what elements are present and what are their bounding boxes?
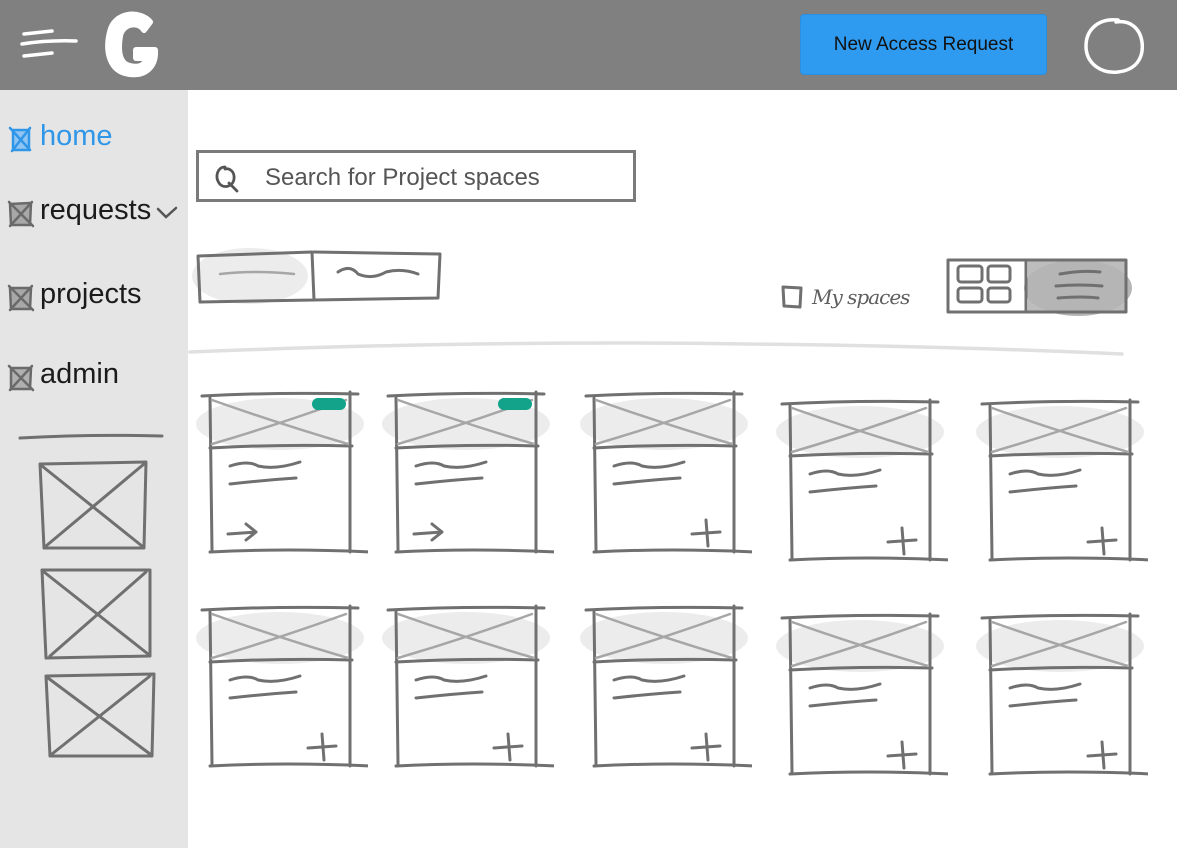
g-logo-icon[interactable] [100,8,166,80]
content-divider [188,341,1124,356]
toggle-option-2[interactable] [314,244,440,310]
search-box[interactable] [196,150,636,202]
sidebar-item-projects[interactable]: projects [0,274,188,314]
sidebar-item-label: admin [40,358,119,390]
sidebar-item-label: projects [40,278,142,310]
plus-icon[interactable] [690,732,722,762]
project-card[interactable] [580,384,752,564]
plus-icon[interactable] [886,526,918,556]
plus-icon[interactable] [886,740,918,770]
plus-icon[interactable] [492,732,524,762]
admin-icon [7,364,35,392]
avatar[interactable] [1078,12,1152,80]
toggle-option-1[interactable] [198,244,314,310]
sidebar-divider [18,433,164,440]
image-placeholder-icon [40,568,152,660]
segmented-toggle [190,244,446,310]
project-card[interactable] [382,384,554,564]
project-card[interactable] [196,384,368,564]
chevron-down-icon[interactable] [156,206,178,220]
hamburger-menu-icon[interactable] [18,26,82,66]
view-switch [944,256,1134,320]
sidebar-item-requests[interactable]: requests [0,190,188,230]
sidebar-item-label: requests [40,194,152,226]
sidebar: home requests projects admin [0,90,188,848]
new-access-request-button[interactable]: New Access Request [800,14,1047,75]
top-bar: New Access Request [0,0,1177,90]
arrow-right-icon[interactable] [226,522,258,542]
sidebar-item-label: home [40,120,113,152]
status-badge [312,398,346,410]
arrow-right-icon[interactable] [412,522,444,542]
image-placeholder-icon [44,672,156,758]
project-card[interactable] [776,392,948,572]
project-card[interactable] [196,598,368,778]
list-view-icon[interactable] [1026,256,1126,320]
grid-view-icon[interactable] [948,256,1026,320]
status-badge [498,398,532,410]
checkbox[interactable] [780,284,804,310]
requests-icon [7,200,35,228]
search-input[interactable] [263,159,627,197]
my-spaces-label: My spaces [812,285,910,309]
sidebar-item-admin[interactable]: admin [0,354,188,394]
image-placeholder-icon [38,460,148,550]
plus-icon[interactable] [306,732,338,762]
home-icon [8,126,32,153]
project-card[interactable] [382,598,554,778]
sidebar-item-home[interactable]: home [0,116,188,156]
project-card[interactable] [976,606,1148,786]
plus-icon[interactable] [1086,526,1118,556]
project-card[interactable] [580,598,752,778]
plus-icon[interactable] [690,518,722,548]
project-card[interactable] [776,606,948,786]
plus-icon[interactable] [1086,740,1118,770]
project-card[interactable] [976,392,1148,572]
my-spaces-filter[interactable]: My spaces [778,280,928,316]
projects-icon [7,284,35,312]
search-icon [215,165,239,193]
